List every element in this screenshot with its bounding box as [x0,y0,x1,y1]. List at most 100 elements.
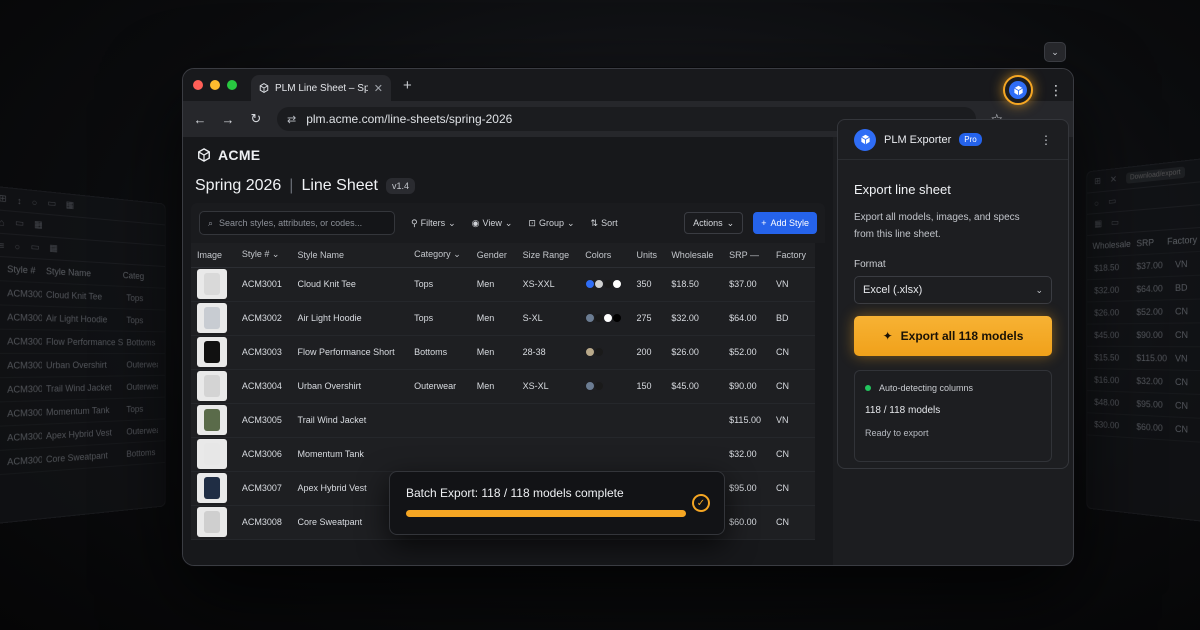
factory-cell[interactable]: VN [770,267,815,301]
gender-cell[interactable]: Men [471,369,517,403]
color-swatch[interactable] [594,347,604,357]
search-input[interactable]: ⌕ Search styles, attributes, or codes... [199,211,395,235]
units-cell[interactable]: 350 [631,267,666,301]
srp-cell[interactable]: $115.00 [723,403,770,437]
style-number-cell[interactable]: ACM3008 [236,505,292,539]
column-header-style-name[interactable]: Style Name [292,243,409,267]
gender-cell[interactable] [471,403,517,437]
size-range-cell[interactable]: XS-XXL [517,267,580,301]
browser-menu-icon[interactable]: ⋮ [1049,82,1063,99]
gender-cell[interactable]: Men [471,267,517,301]
close-window-button[interactable] [193,80,203,90]
wholesale-cell[interactable] [665,437,723,471]
size-range-cell[interactable]: 28-38 [517,335,580,369]
column-header-wholesale[interactable]: Wholesale [665,243,723,267]
wholesale-cell[interactable]: $18.50 [665,267,723,301]
table-row[interactable]: ACM3004 Urban Overshirt Outerwear Men XS-XL 1… [191,369,815,403]
table-row[interactable]: ACM3005 Trail Wind Jacket $115.00 VN [191,403,815,437]
color-swatch[interactable] [594,381,604,391]
size-range-cell[interactable] [517,403,580,437]
style-number-cell[interactable]: ACM3006 [236,437,292,471]
product-image-cell[interactable] [191,335,236,369]
plm-exporter-extension-button[interactable] [1003,75,1033,105]
colors-cell[interactable] [579,369,630,403]
srp-cell[interactable]: $52.00 [723,335,770,369]
style-number-cell[interactable]: ACM3007 [236,471,292,505]
units-cell[interactable]: 150 [631,369,666,403]
style-name-cell[interactable]: Urban Overshirt [292,369,409,403]
factory-cell[interactable]: BD [770,301,815,335]
color-swatch[interactable] [612,313,622,323]
tab-plm-line-sheet[interactable]: PLM Line Sheet – Spring 2026 ✕ [251,75,391,101]
add-style-button[interactable]: + Add Style [753,212,817,234]
factory-cell[interactable]: CN [770,437,815,471]
sort-button[interactable]: ⇅ Sort [591,218,618,229]
minimize-window-button[interactable] [210,80,220,90]
wholesale-cell[interactable]: $26.00 [665,335,723,369]
category-cell[interactable] [408,403,471,437]
colors-cell[interactable] [579,335,630,369]
style-number-cell[interactable]: ACM3005 [236,403,292,437]
style-name-cell[interactable]: Momentum Tank [292,437,409,471]
reload-icon[interactable]: ↻ [249,111,263,127]
srp-cell[interactable]: $95.00 [723,471,770,505]
units-cell[interactable] [631,437,666,471]
column-header-srp[interactable]: SRP — [723,243,770,267]
actions-dropdown[interactable]: Actions ⌄ [684,212,743,234]
size-range-cell[interactable] [517,437,580,471]
table-row[interactable]: ACM3002 Air Light Hoodie Tops Men S-XL 275 $32… [191,301,815,335]
factory-cell[interactable]: CN [770,471,815,505]
style-number-cell[interactable]: ACM3002 [236,301,292,335]
column-header-size-range[interactable]: Size Range [517,243,580,267]
units-cell[interactable]: 200 [631,335,666,369]
units-cell[interactable] [631,403,666,437]
srp-cell[interactable]: $90.00 [723,369,770,403]
gender-cell[interactable]: Men [471,301,517,335]
product-image-cell[interactable] [191,403,236,437]
colors-cell[interactable] [579,267,630,301]
table-row[interactable]: ACM3001 Cloud Knit Tee Tops Men XS-XXL 350 $18… [191,267,815,301]
colors-cell[interactable] [579,403,630,437]
column-header-units[interactable]: Units [631,243,666,267]
gender-cell[interactable] [471,437,517,471]
filters-button[interactable]: ⚲ Filters ⌄ [411,218,456,229]
product-image-cell[interactable] [191,437,236,471]
table-row[interactable]: ACM3006 Momentum Tank $32.00 CN [191,437,815,471]
format-select[interactable]: Excel (.xlsx) ⌄ [854,276,1052,304]
color-swatch[interactable] [612,279,622,289]
style-number-cell[interactable]: ACM3001 [236,267,292,301]
style-name-cell[interactable]: Trail Wind Jacket [292,403,409,437]
wholesale-cell[interactable]: $45.00 [665,369,723,403]
column-header-gender[interactable]: Gender [471,243,517,267]
product-image-cell[interactable] [191,301,236,335]
close-tab-icon[interactable]: ✕ [374,82,383,95]
product-image-cell[interactable] [191,471,236,505]
product-image-cell[interactable] [191,505,236,539]
view-button[interactable]: ◉ View ⌄ [472,218,513,229]
style-name-cell[interactable]: Air Light Hoodie [292,301,409,335]
gender-cell[interactable]: Men [471,335,517,369]
colors-cell[interactable] [579,301,630,335]
factory-cell[interactable]: CN [770,335,815,369]
colors-cell[interactable] [579,437,630,471]
factory-cell[interactable]: CN [770,505,815,539]
category-cell[interactable]: Tops [408,267,471,301]
srp-cell[interactable]: $32.00 [723,437,770,471]
category-cell[interactable] [408,437,471,471]
style-name-cell[interactable]: Flow Performance Short [292,335,409,369]
export-all-button[interactable]: ✦ Export all 118 models [854,316,1052,356]
style-number-cell[interactable]: ACM3004 [236,369,292,403]
product-image-cell[interactable] [191,369,236,403]
srp-cell[interactable]: $60.00 [723,505,770,539]
panel-menu-icon[interactable]: ⋮ [1040,133,1052,147]
srp-cell[interactable]: $64.00 [723,301,770,335]
size-range-cell[interactable]: S-XL [517,301,580,335]
group-button[interactable]: ⊡ Group ⌄ [528,218,574,229]
chevron-down-icon[interactable]: ⌄ [1044,42,1066,62]
factory-cell[interactable]: CN [770,369,815,403]
style-number-cell[interactable]: ACM3003 [236,335,292,369]
size-range-cell[interactable]: XS-XL [517,369,580,403]
product-image-cell[interactable] [191,267,236,301]
category-cell[interactable]: Bottoms [408,335,471,369]
new-tab-button[interactable]: + [403,77,412,94]
